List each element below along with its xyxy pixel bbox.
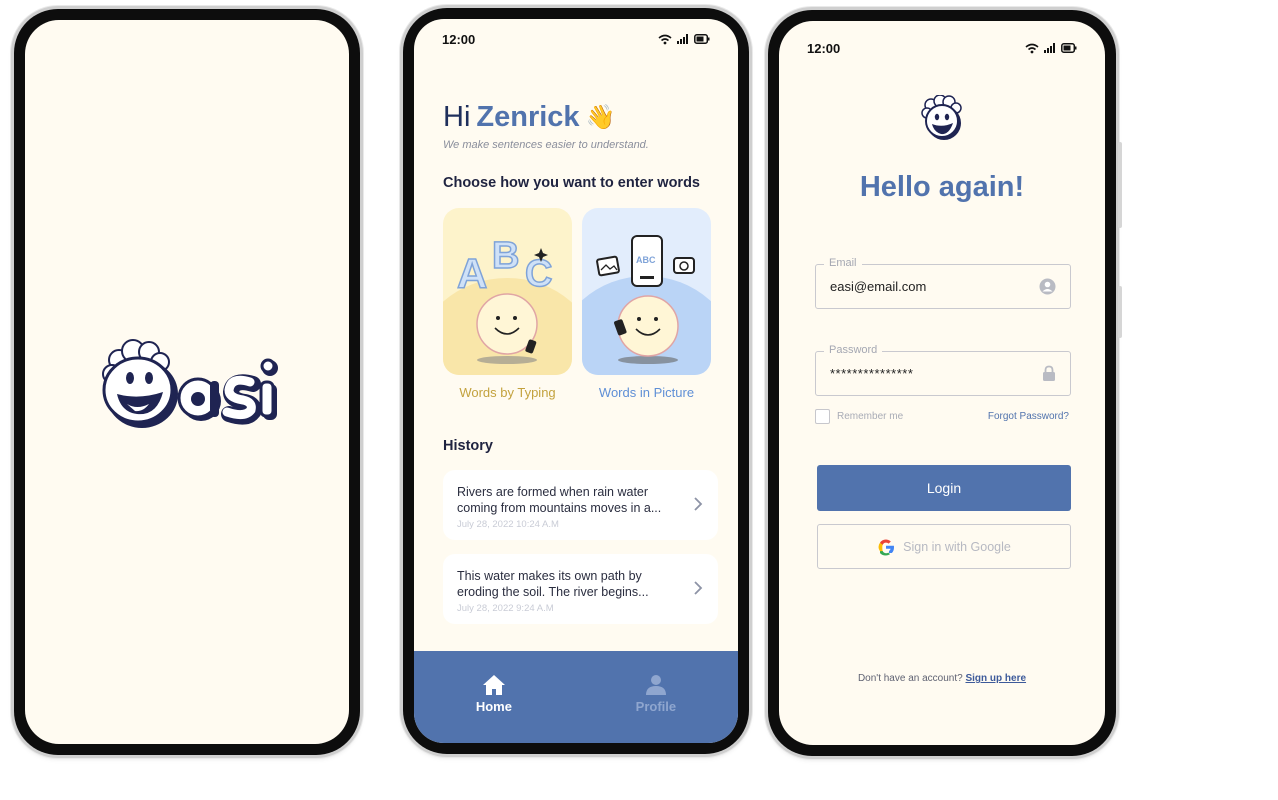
- email-label: Email: [824, 257, 862, 269]
- nav-profile[interactable]: Profile: [636, 674, 676, 714]
- login-button[interactable]: Login: [817, 465, 1071, 511]
- login-title: Hello again!: [859, 171, 1025, 203]
- svg-text:A: A: [457, 250, 487, 297]
- battery-icon: [694, 34, 710, 44]
- easi-mascot-icon: [921, 95, 962, 140]
- splash-screen: [25, 20, 349, 744]
- greeting-hi: Hi: [443, 101, 471, 133]
- google-icon: [878, 539, 895, 555]
- google-signin-button[interactable]: Sign in with Google: [817, 524, 1071, 569]
- remember-me[interactable]: Remember me: [815, 409, 903, 424]
- signal-icon: [677, 34, 688, 44]
- words-in-picture-card[interactable]: ABC: [582, 208, 711, 375]
- words-by-typing-card[interactable]: A B C: [443, 208, 572, 375]
- signup-prompt: Don't have an account? Sign up here: [779, 673, 1105, 684]
- phone-home: 12:00 Hi Zenrick 👋 We make sentences eas…: [403, 8, 749, 754]
- history-item[interactable]: Rivers are formed when rain water coming…: [443, 470, 718, 540]
- user-name: Zenrick: [476, 101, 580, 133]
- nav-home[interactable]: Home: [476, 674, 512, 714]
- svg-text:ABC: ABC: [636, 255, 656, 265]
- google-button-label: Sign in with Google: [903, 539, 1011, 554]
- forgot-password-link[interactable]: Forgot Password?: [988, 411, 1069, 422]
- tagline: We make sentences easier to understand.: [443, 139, 649, 151]
- svg-text:C: C: [525, 253, 552, 295]
- user-circle-icon: [1039, 278, 1056, 295]
- login-screen: 12:00 Hello again! Email easi@email.com: [779, 21, 1105, 745]
- abc-typing-illustration: A B C: [443, 234, 572, 375]
- history-item-text: This water makes its own path by eroding…: [457, 569, 649, 599]
- battery-icon: [1061, 43, 1077, 53]
- history-heading: History: [443, 438, 493, 454]
- nav-home-label: Home: [475, 699, 512, 714]
- email-field[interactable]: Email easi@email.com: [815, 257, 1071, 309]
- email-value[interactable]: easi@email.com: [830, 279, 926, 294]
- signal-icon: [1044, 43, 1055, 53]
- status-time: 12:00: [442, 31, 476, 47]
- profile-icon: [645, 675, 666, 695]
- svg-text:B: B: [492, 235, 519, 277]
- history-item[interactable]: This water makes its own path by eroding…: [443, 554, 718, 624]
- easi-logo: [102, 339, 278, 428]
- home-screen: 12:00 Hi Zenrick 👋 We make sentences eas…: [414, 19, 738, 743]
- password-label: Password: [824, 344, 883, 356]
- words-by-typing-label[interactable]: Words by Typing: [443, 385, 572, 400]
- history-item-date: July 28, 2022 10:24 A.M: [457, 519, 559, 530]
- phone-login: 12:00 Hello again! Email easi@email.com: [768, 10, 1122, 756]
- password-field[interactable]: Password ***************: [815, 344, 1071, 396]
- phone-camera-illustration: ABC: [582, 235, 711, 375]
- signup-link[interactable]: Sign up here: [965, 673, 1026, 684]
- status-bar: 12:00: [414, 19, 738, 59]
- signup-prompt-text: Don't have an account?: [857, 673, 963, 684]
- choose-heading: Choose how you want to enter words: [443, 175, 700, 191]
- home-icon: [482, 675, 505, 695]
- lock-icon: [1043, 365, 1055, 381]
- wifi-icon: [1025, 43, 1039, 53]
- wifi-icon: [658, 34, 672, 44]
- chevron-right-icon: [694, 497, 703, 511]
- remember-checkbox[interactable]: [815, 409, 830, 424]
- chevron-right-icon: [694, 581, 703, 595]
- remember-label: Remember me: [837, 411, 904, 422]
- phone-splash: [14, 9, 360, 755]
- history-item-text: Rivers are formed when rain water coming…: [457, 485, 662, 515]
- wave-icon: 👋: [585, 104, 616, 131]
- words-in-picture-label[interactable]: Words in Picture: [582, 385, 711, 400]
- password-value[interactable]: ***************: [830, 366, 913, 381]
- status-bar: 12:00: [779, 28, 1105, 68]
- nav-profile-label: Profile: [635, 699, 677, 714]
- bottom-nav: Home Profile: [414, 651, 738, 743]
- greeting: Hi Zenrick 👋: [443, 101, 615, 134]
- status-time: 12:00: [807, 40, 841, 56]
- history-item-date: July 28, 2022 9:24 A.M: [457, 603, 554, 614]
